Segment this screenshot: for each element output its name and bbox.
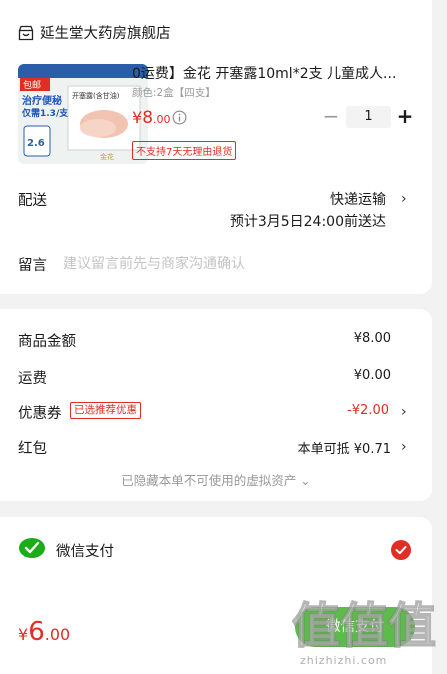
product-thumbnail[interactable]: 包邮 治疗便秘 仅需1.3/支 2.6 开塞露(含甘油) 金花 (18, 64, 148, 164)
goods-amount-label: 商品金额 (18, 334, 76, 350)
product-price: ¥8.00 (132, 108, 171, 128)
coupon-tag: 已选推荐优惠 (70, 402, 141, 419)
redpacket-chevron-icon[interactable]: › (401, 440, 411, 454)
watermark-domain: zhizhizhi.com (300, 654, 388, 667)
total-symbol: ¥ (18, 625, 29, 644)
svg-text:值: 值 (340, 598, 388, 654)
order-total: ¥6.00 (18, 617, 70, 647)
product-title[interactable]: 0运费】金花 开塞露10ml*2支 儿童成人... (132, 63, 412, 83)
svg-text:值: 值 (292, 598, 340, 654)
hidden-assets-toggle[interactable]: 已隐藏本单不可使用的虚拟资产 ⌄ (0, 470, 432, 489)
delivery-chevron-icon[interactable]: › (401, 192, 411, 206)
shipping-value: ¥0.00 (353, 368, 391, 383)
quantity-input[interactable]: 1 (346, 106, 391, 128)
shop-name: 延生堂大药房旗舰店 (40, 26, 171, 42)
shipping-label: 运费 (18, 371, 47, 387)
thumb-maker: 金花 (100, 152, 114, 161)
quantity-decrease-button[interactable]: − (322, 106, 340, 126)
goods-amount-value: ¥8.00 (353, 331, 391, 346)
coupon-value[interactable]: -¥2.00 (347, 403, 389, 418)
thumb-line2: 仅需1.3/支 (21, 107, 69, 119)
watermark-logo: 值 值 值 (291, 597, 437, 655)
delivery-label: 配送 (18, 193, 47, 209)
thumb-brand: 开塞露(含甘油) (72, 91, 120, 100)
price-int: 8 (142, 108, 154, 128)
price-dec: .00 (153, 113, 171, 126)
message-input[interactable]: 建议留言前先与商家沟通确认 (63, 253, 245, 273)
total-int: 6 (28, 617, 45, 647)
product-variant[interactable]: 颜色:2盒【四支】 (132, 85, 216, 100)
no-return-tag: 不支持7天无理由退货 (132, 141, 237, 160)
selected-check-icon[interactable] (391, 540, 411, 560)
wechat-pay-icon (19, 538, 45, 558)
price-symbol: ¥ (132, 108, 143, 127)
svg-text:值: 值 (388, 598, 436, 654)
shop-icon (18, 25, 34, 40)
coupon-label: 优惠券 (18, 406, 62, 422)
order-card: 延生堂大药房旗舰店 包邮 治疗便秘 仅需1.3/支 2.6 开塞露(含甘油) 金… (0, 0, 432, 294)
payment-method-label[interactable]: 微信支付 (56, 540, 114, 561)
thumb-badge: 包邮 (23, 79, 41, 91)
quantity-increase-button[interactable]: + (396, 106, 414, 126)
thumb-line1: 治疗便秘 (22, 94, 62, 107)
shop-header[interactable]: 延生堂大药房旗舰店 (18, 22, 171, 43)
info-icon[interactable] (172, 110, 187, 125)
coupon-chevron-icon[interactable]: › (401, 405, 411, 419)
redpacket-label: 红包 (18, 441, 47, 457)
delivery-method[interactable]: 快递运输 (330, 189, 386, 209)
thumb-promo: 2.6 (27, 138, 45, 149)
redpacket-value[interactable]: 本单可抵 ¥0.71 (298, 438, 391, 457)
delivery-eta: 预计3月5日24:00前送达 (229, 214, 386, 230)
total-dec: .00 (44, 625, 71, 644)
message-label: 留言 (18, 258, 47, 274)
